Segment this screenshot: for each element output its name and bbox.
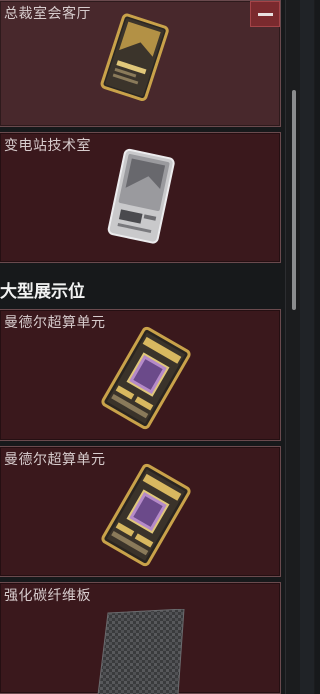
item-card-title: 强化碳纤维板 — [4, 588, 91, 604]
section-title-large-display: 大型展示位 — [0, 282, 85, 302]
item-card-title: 总裁室会客厅 — [4, 6, 91, 22]
item-card-title: 变电站技术室 — [4, 138, 91, 154]
scrollbar-thumb[interactable] — [292, 90, 296, 310]
item-card-mandel-supercompute-2[interactable]: 曼德尔超算单元 — [0, 446, 281, 577]
circuit-board-icon — [101, 463, 191, 567]
item-card-carbon-fiber-plate[interactable]: 强化碳纤维板 — [0, 582, 281, 694]
display-slot-panel: 总裁室会客厅 变电站技术室 大型展示位 曼德尔超算单元 曼德尔超算单元 强化碳纤… — [0, 0, 283, 694]
item-card-title: 曼德尔超算单元 — [4, 315, 106, 331]
collapse-button[interactable] — [250, 1, 280, 27]
item-card-president-lounge[interactable]: 总裁室会客厅 — [0, 0, 281, 127]
carbon-fiber-plate-icon — [97, 609, 185, 694]
item-card-substation-tech-room[interactable]: 变电站技术室 — [0, 132, 281, 263]
white-keycard-icon — [107, 148, 175, 244]
circuit-board-icon — [101, 326, 191, 430]
right-edge-strip — [300, 0, 314, 694]
gold-keycard-icon — [100, 13, 169, 101]
minus-icon — [258, 13, 273, 16]
item-card-mandel-supercompute-1[interactable]: 曼德尔超算单元 — [0, 309, 281, 441]
item-card-title: 曼德尔超算单元 — [4, 452, 106, 468]
